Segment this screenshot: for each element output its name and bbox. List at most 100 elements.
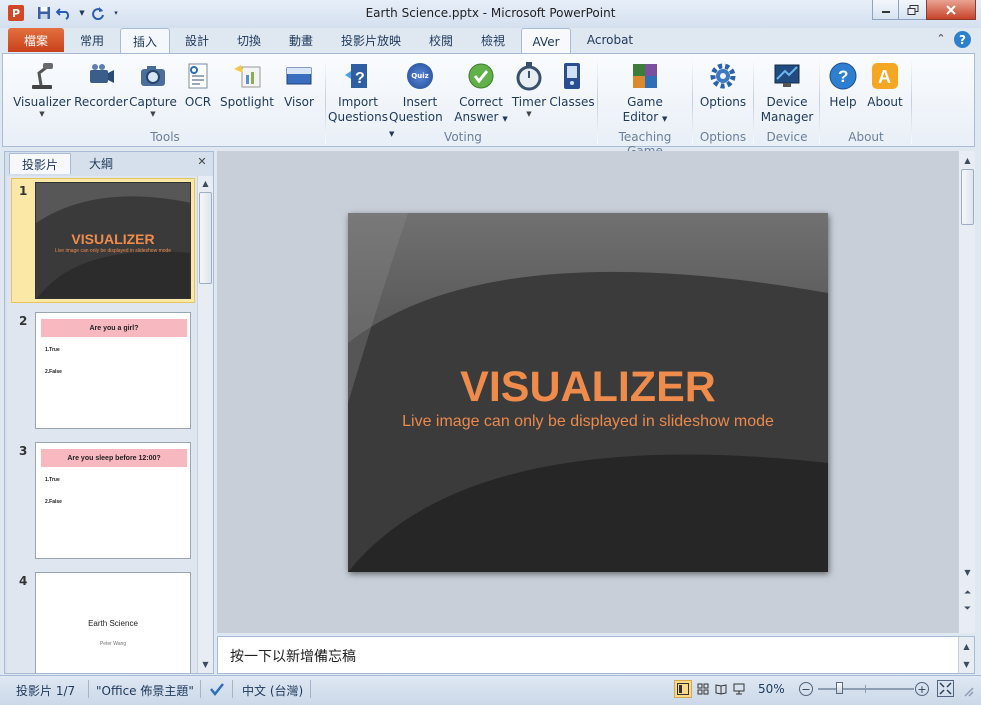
- ocr-button[interactable]: OCR: [179, 60, 217, 110]
- minimize-button[interactable]: [872, 0, 899, 20]
- zoom-out-icon[interactable]: −: [799, 682, 813, 696]
- game-editor-button[interactable]: Game Editor ▼: [611, 60, 679, 127]
- slide-sorter-view-icon[interactable]: [694, 680, 712, 698]
- group-separator: [753, 58, 754, 144]
- classes-icon: [556, 60, 588, 92]
- tab-transitions[interactable]: 切換: [226, 28, 272, 52]
- thumbnail-option: 1.True: [45, 477, 60, 483]
- quiz-icon: Quiz: [404, 60, 436, 92]
- tab-animations[interactable]: 動畫: [278, 28, 324, 52]
- options-button[interactable]: Options: [695, 60, 751, 110]
- about-icon: A: [869, 60, 901, 92]
- help-button[interactable]: ? Help: [823, 60, 863, 110]
- slide-thumbnail-list: 1 VISUALIZER Live image can only be disp…: [7, 176, 197, 673]
- timer-label: Timer: [511, 95, 547, 109]
- slideshow-view-icon[interactable]: [730, 680, 748, 698]
- slide-counter[interactable]: 投影片 1/7: [16, 682, 75, 699]
- ribbon: Visualizer ▼ Recorder Capture ▼ OCR Spot…: [2, 53, 975, 158]
- notes-placeholder[interactable]: 按一下以新增備忘稿: [230, 646, 356, 666]
- tab-file[interactable]: 檔案: [8, 28, 64, 52]
- tab-slideshow[interactable]: 投影片放映: [332, 28, 410, 52]
- group-separator: [325, 58, 326, 144]
- thumbnail-slide-2[interactable]: Are you a girl? 1.True 2.False: [35, 312, 191, 429]
- theme-name[interactable]: "Office 佈景主題": [96, 682, 194, 699]
- ocr-icon: [182, 60, 214, 92]
- close-button[interactable]: [926, 0, 976, 20]
- window-title: Earth Science.pptx - Microsoft PowerPoin…: [365, 6, 616, 20]
- ribbon-collapse-icon[interactable]: ⌃: [934, 32, 948, 46]
- visualizer-button[interactable]: Visualizer ▼: [11, 60, 73, 118]
- capture-button[interactable]: Capture ▼: [127, 60, 179, 118]
- scroll-down-icon[interactable]: ▼: [959, 657, 974, 672]
- thumbnail-number: 4: [19, 574, 28, 588]
- thumbnail-option: 1.True: [45, 347, 60, 353]
- timer-button[interactable]: Timer ▼: [509, 60, 549, 118]
- current-slide[interactable]: VISUALIZER Live image can only be displa…: [348, 213, 828, 572]
- notes-scrollbar[interactable]: ▲ ▼: [958, 637, 974, 673]
- classes-label: Classes: [549, 95, 595, 109]
- language-indicator[interactable]: 中文 (台灣): [242, 682, 303, 699]
- correct-answer-button[interactable]: Correct Answer ▼: [451, 60, 511, 127]
- slides-pane-scrollbar[interactable]: ▲ ▼: [197, 176, 213, 673]
- scroll-down-icon[interactable]: ▼: [960, 565, 975, 580]
- game-editor-icon: [629, 60, 661, 92]
- tab-insert[interactable]: 插入: [120, 28, 170, 53]
- status-separator: [310, 680, 311, 698]
- import-questions-icon: ?: [342, 60, 374, 92]
- scroll-up-icon[interactable]: ▲: [960, 153, 975, 168]
- svg-text:?: ?: [355, 70, 365, 87]
- recorder-button[interactable]: Recorder: [71, 60, 131, 110]
- close-pane-icon[interactable]: ✕: [195, 155, 209, 169]
- spotlight-button[interactable]: Spotlight: [217, 60, 277, 110]
- fit-to-window-icon[interactable]: [937, 680, 954, 697]
- about-button[interactable]: A About: [863, 60, 907, 110]
- thumbnail-slide-4[interactable]: Earth Science Peter Wang: [35, 572, 191, 673]
- svg-text:?: ?: [838, 67, 848, 86]
- device-manager-button[interactable]: Device Manager: [755, 60, 819, 125]
- tab-outline[interactable]: 大綱: [71, 153, 131, 173]
- scrollbar-thumb[interactable]: [961, 169, 974, 225]
- thumbnail-slide-3[interactable]: Are you sleep before 12:00? 1.True 2.Fal…: [35, 442, 191, 559]
- scroll-up-icon[interactable]: ▲: [198, 176, 213, 191]
- spell-check-icon[interactable]: [208, 680, 226, 698]
- normal-view-icon[interactable]: [674, 680, 692, 698]
- dropdown-caret-icon: ▼: [150, 110, 156, 118]
- scroll-up-icon[interactable]: ▲: [959, 639, 974, 654]
- tab-design[interactable]: 設計: [174, 28, 220, 52]
- previous-slide-icon[interactable]: ⏶: [960, 585, 975, 600]
- visor-button[interactable]: Visor: [277, 60, 321, 110]
- zoom-slider-thumb[interactable]: [836, 682, 843, 694]
- tab-view[interactable]: 檢視: [470, 28, 516, 52]
- next-slide-icon[interactable]: ⏷: [960, 601, 975, 616]
- recorder-icon: [85, 60, 117, 92]
- notes-pane[interactable]: 按一下以新增備忘稿 ▲ ▼: [217, 636, 975, 674]
- zoom-slider-track[interactable]: [818, 688, 914, 690]
- thumbnail-slide-1[interactable]: VISUALIZER Live image can only be displa…: [35, 182, 191, 299]
- correct-label-line1: Correct: [459, 95, 503, 109]
- check-icon: [465, 60, 497, 92]
- import-questions-button[interactable]: ? Import Questions: [328, 60, 388, 125]
- tab-home[interactable]: 常用: [70, 28, 114, 52]
- tab-acrobat[interactable]: Acrobat: [578, 28, 642, 52]
- thumbnail-title: Earth Science: [88, 619, 138, 628]
- restore-button[interactable]: [898, 0, 927, 20]
- thumbnail-number: 1: [19, 184, 28, 198]
- zoom-level[interactable]: 50%: [758, 682, 785, 696]
- game-editor-label-line2: Editor ▼: [622, 110, 668, 124]
- zoom-in-icon[interactable]: +: [915, 682, 929, 696]
- slide-area-scrollbar[interactable]: ▲ ▼ ⏶ ⏷: [958, 151, 975, 633]
- tab-slides[interactable]: 投影片: [9, 153, 71, 174]
- spotlight-icon: [231, 60, 263, 92]
- scrollbar-thumb[interactable]: [199, 192, 212, 284]
- reading-view-icon[interactable]: [712, 680, 730, 698]
- scroll-down-icon[interactable]: ▼: [198, 657, 213, 672]
- help-icon[interactable]: ?: [954, 31, 971, 48]
- tab-aver[interactable]: AVer: [521, 28, 571, 56]
- tab-review[interactable]: 校閱: [418, 28, 464, 52]
- slide-title[interactable]: VISUALIZER: [348, 363, 828, 412]
- slide-subtitle[interactable]: Live image can only be displayed in slid…: [348, 413, 828, 431]
- thumbnail-option: 2.False: [45, 499, 62, 505]
- resize-grip-icon[interactable]: [962, 685, 974, 697]
- group-label-options: Options: [699, 130, 747, 144]
- classes-button[interactable]: Classes: [547, 60, 597, 110]
